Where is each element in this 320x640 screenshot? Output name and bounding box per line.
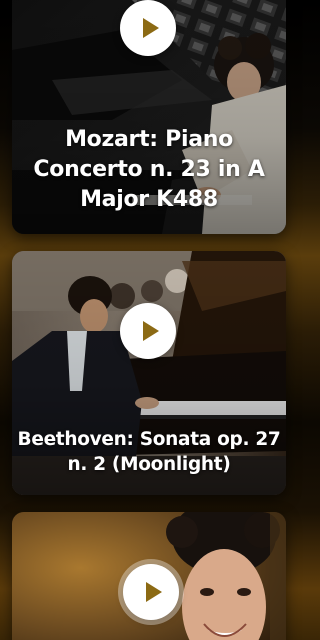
play-icon — [145, 582, 162, 602]
play-button[interactable] — [120, 0, 176, 56]
video-title: Mozart: Piano Concerto n. 23 in A Major … — [33, 127, 265, 212]
video-feed: Mozart: Piano Concerto n. 23 in A Major … — [0, 0, 296, 640]
video-card-portrait[interactable] — [12, 512, 286, 640]
play-icon — [142, 18, 159, 38]
video-card-beethoven[interactable]: Beethoven: Sonata op. 27 n. 2 (Moonlight… — [12, 251, 286, 495]
play-icon — [142, 321, 159, 341]
play-button[interactable] — [120, 303, 176, 359]
video-title: Beethoven: Sonata op. 27 n. 2 (Moonlight… — [17, 429, 281, 475]
play-button[interactable] — [123, 564, 179, 620]
video-card-mozart[interactable]: Mozart: Piano Concerto n. 23 in A Major … — [12, 0, 286, 234]
